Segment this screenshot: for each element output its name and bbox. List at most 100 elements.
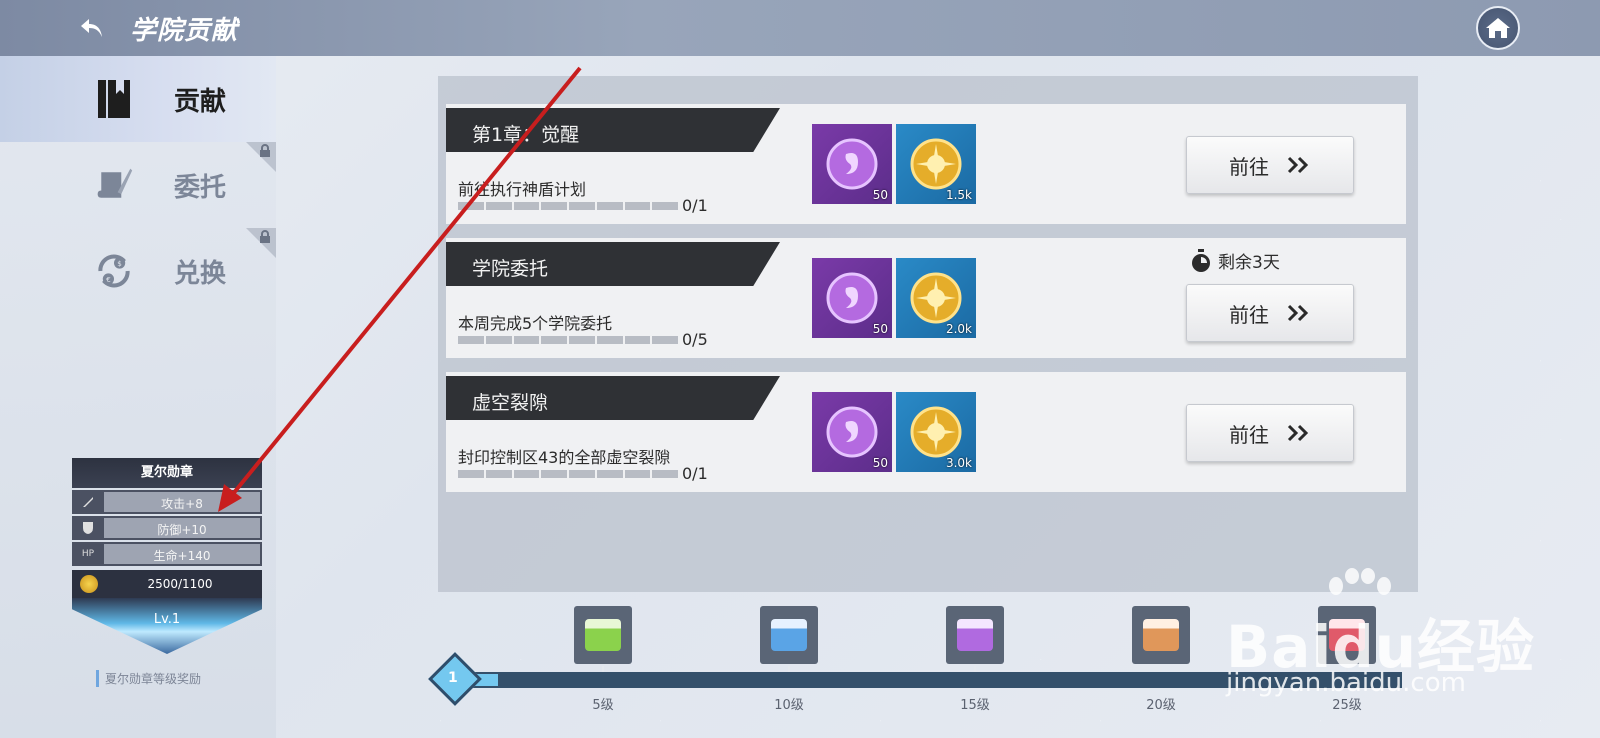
- gold-coin-icon: [910, 406, 962, 458]
- medal-title: 夏尔勋章: [72, 458, 262, 488]
- task-progress-count: 0/5: [682, 330, 708, 349]
- reward-purple-crystal[interactable]: 50: [812, 124, 892, 204]
- task-title: 虚空裂隙: [472, 392, 549, 414]
- chest-tick: [788, 666, 790, 672]
- home-icon: [1486, 18, 1510, 38]
- chest-level-label: 20级: [1146, 698, 1176, 713]
- medal-stat-hp: HP 生命+140: [72, 542, 262, 566]
- reward-chest-10[interactable]: [760, 606, 818, 664]
- go-button-label: 前往: [1229, 422, 1269, 447]
- medal-stat-defense: 防御+10: [72, 516, 262, 540]
- task-title-bar: 虚空裂隙: [446, 376, 780, 420]
- reward-chest-15[interactable]: [946, 606, 1004, 664]
- book-icon: [94, 77, 134, 121]
- back-button[interactable]: [74, 10, 110, 46]
- chest-tick: [602, 666, 604, 672]
- lock-icon: [260, 230, 270, 243]
- stopwatch-icon: [1192, 248, 1210, 272]
- time-remaining: 剩余3天: [1190, 248, 1280, 273]
- exchange-icon: $ €: [94, 249, 134, 293]
- task-progress-count: 0/1: [682, 196, 708, 215]
- task-description: 前往执行神盾计划: [458, 180, 587, 199]
- medal-level-badge: Lv.1: [72, 598, 262, 654]
- go-button-label: 前往: [1229, 154, 1269, 179]
- reward-purple-crystal[interactable]: 50: [812, 258, 892, 338]
- chest-icon: [771, 619, 807, 651]
- medal-exp-value: 2500/1100: [147, 577, 213, 591]
- task-description: 本周完成5个学院委托: [458, 314, 613, 333]
- coin-icon: [80, 575, 98, 593]
- medal-stat-value: 防御+10: [104, 518, 260, 538]
- chest-tick: [1160, 666, 1162, 672]
- double-chevron-right-icon: [1287, 424, 1309, 442]
- chest-level-label: 10级: [774, 698, 804, 713]
- reward-gold-coin[interactable]: 1.5k: [896, 124, 976, 204]
- hp-icon: HP: [81, 549, 95, 559]
- gold-coin-icon: [910, 138, 962, 190]
- task-progress-bar: [458, 336, 678, 344]
- reward-amount: 1.5k: [945, 188, 972, 202]
- task-card: 第1章：觉醒 前往执行神盾计划 0/1 50 1.5k 前往: [446, 104, 1406, 224]
- medal-exp: 2500/1100: [72, 570, 262, 598]
- task-title: 第1章：觉醒: [472, 124, 580, 146]
- task-title-bar: 学院委托: [446, 242, 780, 286]
- reward-amount: 2.0k: [945, 322, 972, 336]
- home-button[interactable]: [1476, 6, 1520, 50]
- task-progress-bar: [458, 202, 678, 210]
- reward-chest-5[interactable]: [574, 606, 632, 664]
- medal-reward-link[interactable]: 夏尔勋章等级奖励: [96, 670, 201, 687]
- double-chevron-right-icon: [1287, 304, 1309, 322]
- purple-crystal-icon: [826, 406, 878, 458]
- sidebar-item-label: 兑换: [174, 258, 227, 289]
- watermark-url: jingyan.baidu.com: [1226, 668, 1466, 698]
- task-title: 学院委托: [472, 258, 549, 280]
- sidebar-item-contribution[interactable]: 贡献: [0, 56, 276, 142]
- reward-gold-coin[interactable]: 3.0k: [896, 392, 976, 472]
- task-card: 学院委托 本周完成5个学院委托 0/5 50 2.0k 剩余3天 前往: [446, 238, 1406, 358]
- reward-amount: 3.0k: [945, 456, 972, 470]
- go-button-label: 前往: [1229, 302, 1269, 327]
- sidebar-item-exchange[interactable]: $ € 兑换: [0, 228, 276, 314]
- gold-coin-icon: [910, 272, 962, 324]
- go-button[interactable]: 前往: [1186, 284, 1354, 342]
- shield-icon: [72, 516, 104, 540]
- reward-amount: 50: [872, 456, 888, 470]
- reward-purple-crystal[interactable]: 50: [812, 392, 892, 472]
- sidebar-item-label: 贡献: [174, 86, 227, 117]
- chest-tick: [974, 666, 976, 672]
- go-button[interactable]: 前往: [1186, 136, 1354, 194]
- medal-stat-value: 攻击+8: [104, 492, 260, 512]
- page-title: 学院贡献: [130, 16, 239, 46]
- reward-amount: 50: [872, 322, 888, 336]
- reward-chest-20[interactable]: [1132, 606, 1190, 664]
- svg-text:$: $: [117, 259, 122, 268]
- double-chevron-right-icon: [1287, 156, 1309, 174]
- reward-gold-coin[interactable]: 2.0k: [896, 258, 976, 338]
- medal-card[interactable]: 夏尔勋章 攻击+8 防御+10 HP 生命+140 2500/1100 Lv.1: [72, 458, 262, 654]
- chest-icon: [957, 619, 993, 651]
- chest-level-label: 15级: [960, 698, 990, 713]
- purple-crystal-icon: [826, 272, 878, 324]
- task-progress-count: 0/1: [682, 464, 708, 483]
- task-title-bar: 第1章：觉醒: [446, 108, 780, 152]
- medal-stat-attack: 攻击+8: [72, 490, 262, 514]
- back-arrow-icon: [81, 19, 102, 37]
- task-card: 虚空裂隙 封印控制区43的全部虚空裂隙 0/1 50 3.0k 前往: [446, 372, 1406, 492]
- chest-level-label: 5级: [592, 698, 614, 713]
- top-bar: 学院贡献: [0, 0, 1600, 56]
- go-button[interactable]: 前往: [1186, 404, 1354, 462]
- svg-text:€: €: [106, 275, 111, 284]
- sidebar-item-label: 委托: [174, 172, 227, 203]
- purple-crystal-icon: [826, 138, 878, 190]
- time-remaining-text: 剩余3天: [1218, 253, 1280, 273]
- sidebar-item-commission[interactable]: 委托: [0, 142, 276, 228]
- medal-stat-value: 生命+140: [104, 544, 260, 564]
- scroll-quill-icon: [94, 163, 134, 207]
- lock-icon: [260, 144, 270, 157]
- task-description: 封印控制区43的全部虚空裂隙: [458, 448, 671, 467]
- current-level-number: 1: [448, 670, 458, 686]
- reward-amount: 50: [872, 188, 888, 202]
- medal-level-text: Lv.1: [153, 612, 181, 627]
- task-progress-bar: [458, 470, 678, 478]
- chest-icon: [585, 619, 621, 651]
